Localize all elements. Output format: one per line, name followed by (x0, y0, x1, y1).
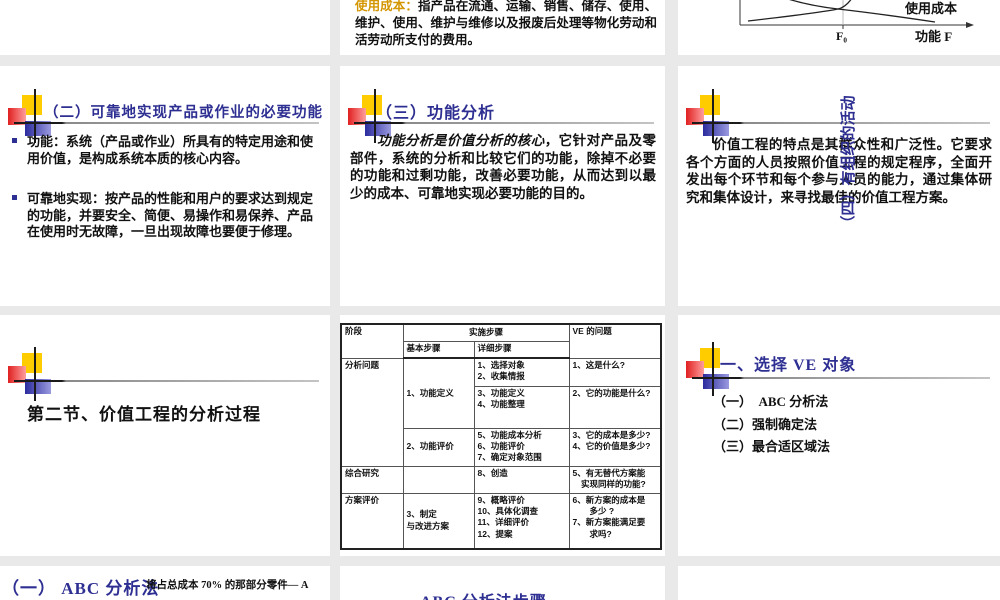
table-cell: 2、功能评价 (402, 427, 475, 467)
slide-thumbnail-5[interactable]: （三）功能分析 功能分析是价值分析的核心，它针对产品及零部件，系统的分析和比较它… (340, 66, 665, 306)
table-cell: 分析问题 (340, 357, 404, 467)
bullet-lead: 功能： (27, 134, 67, 149)
vertical-slide-title: （四）有组织的活动 (841, 95, 857, 231)
slide-thumbnail-1[interactable] (0, 0, 330, 55)
bullet-item: 功能：系统（产品或作业）所具有的特定用途和使用价值，是构成系统本质的核心内容。 (12, 134, 320, 167)
slide-thumbnail-12[interactable] (678, 566, 1000, 600)
cost-function-chart: 使用成本 F₀ 功能 F (739, 0, 974, 44)
table-cell: 5、有无替代方案能 实现同样的功能? (568, 465, 662, 494)
axis-arrow-icon (966, 22, 974, 28)
ve-process-table: 阶段 实施步骤 VE 的问题 基本步骤 详细步骤 分析问题 1、功能定义 1、选… (340, 323, 663, 550)
vertical-line (712, 342, 714, 396)
abc-side-note: 将占总成本 70% 的那部分零件— A (146, 580, 309, 591)
list-item: （二）强制确定法 (713, 416, 818, 432)
table-header-ve: VE 的问题 (568, 323, 662, 359)
bullet-item: 可靠地实现：按产品的性能和用户的要求达到规定的功能，并要安全、简便、易操作和易保… (12, 191, 320, 241)
slide-title: 一、选择 VE 对象 (720, 357, 857, 374)
slide-title: （一） ABC 分析法 (2, 579, 160, 598)
table-header-stage: 阶段 (340, 323, 404, 359)
table-header-detail: 详细步骤 (473, 340, 570, 359)
table-cell: 方案评价 (340, 492, 404, 550)
list-item: （一） ABC 分析法 (713, 394, 829, 409)
table-cell: 3、制定 与改进方案 (402, 492, 475, 550)
slide-title-partial: ABC 分析法步骤 (420, 588, 547, 600)
vertical-line (34, 347, 36, 401)
slide-title: （二）可靠地实现产品或作业的必要功能 (44, 105, 323, 121)
slide-title: （三）功能分析 (376, 105, 496, 122)
table-cell: 3、它的成本是多少? 4、它的价值是多少? (568, 427, 662, 467)
title-rule (692, 377, 990, 379)
slide-thumbnail-8[interactable]: 阶段 实施步骤 VE 的问题 基本步骤 详细步骤 分析问题 1、功能定义 1、选… (340, 315, 665, 556)
table-header-steps: 实施步骤 (402, 323, 570, 342)
slide-thumbnail-2[interactable]: 使用成本：指产品在流通、运输、销售、储存、使用、维护、使用、维护与维修以及报废后… (340, 0, 665, 55)
table-cell: 1、这是什么? (568, 357, 662, 387)
list-item: （三）最合适区域法 (713, 439, 831, 454)
section-title: 第二节、价值工程的分析过程 (27, 405, 261, 424)
bullet-text: 系统（产品或作业）所具有的特定用途和使用价值，是构成系统本质的核心内容。 (27, 134, 314, 166)
slide-thumbnail-11[interactable]: ABC 分析法步骤 (340, 566, 665, 600)
table-cell: 1、功能定义 (402, 357, 475, 429)
table-cell: 6、新方案的成本是 多少 ? 7、新方案能满足要 求吗? (568, 492, 662, 550)
use-cost-label: 使用成本 (904, 1, 957, 16)
slide-thumbnail-9[interactable]: 一、选择 VE 对象 （一） ABC 分析法 （二）强制确定法 （三）最合适区域… (678, 315, 1000, 556)
bullet-square-icon (12, 138, 17, 143)
slide-thumbnail-3[interactable]: 使用成本 F₀ 功能 F (678, 0, 1000, 55)
table-cell: 1、选择对象 2、收集情报 (473, 357, 570, 387)
red-square-icon (686, 361, 704, 378)
bullet-lead: 可靠地实现： (27, 191, 106, 206)
table-cell: 2、它的功能是什么? (568, 385, 662, 429)
slide-thumbnail-4[interactable]: （二）可靠地实现产品或作业的必要功能 功能：系统（产品或作业）所具有的特定用途和… (0, 66, 330, 306)
table-cell: 综合研究 (340, 465, 404, 494)
function-axis-label: 功能 F (915, 29, 952, 44)
slide-thumbnail-10[interactable]: （一） ABC 分析法 将占总成本 70% 的那部分零件— A (0, 566, 330, 600)
table-cell: 8、创造 (473, 465, 570, 494)
slide-sorter-view: 使用成本：指产品在流通、运输、销售、储存、使用、维护、使用、维护与维修以及报废后… (0, 0, 1000, 600)
title-rule (14, 380, 319, 382)
table-cell: 9、概略评价 10、具体化调查 11、详细评价 12、提案 (473, 492, 570, 550)
table-cell: 3、功能定义 4、功能整理 (473, 385, 570, 429)
cost-definition-paragraph: 使用成本：指产品在流通、运输、销售、储存、使用、维护、使用、维护与维修以及报废后… (355, 0, 657, 49)
table-header-basic: 基本步骤 (402, 340, 475, 359)
table-cell (402, 465, 475, 494)
slide-thumbnail-6[interactable]: 价值工程的特点是其群众性和广泛性。它要求各个方面的人员按照价值工程的规定程序，全… (678, 66, 1000, 306)
slide-accent-logo (8, 347, 60, 403)
table-cell: 5、功能成本分析 6、功能评价 7、确定对象范围 (473, 427, 570, 467)
bullet-square-icon (12, 195, 17, 200)
f0-label: F₀ (836, 29, 847, 43)
paragraph-lead: 功能分析是价值分析的核心 (377, 133, 545, 148)
title-rule (14, 122, 319, 124)
vertical-line (712, 89, 714, 143)
slide-thumbnail-7[interactable]: 第二节、价值工程的分析过程 (0, 315, 330, 556)
cost-definition-lead: 使用成本： (355, 0, 418, 13)
